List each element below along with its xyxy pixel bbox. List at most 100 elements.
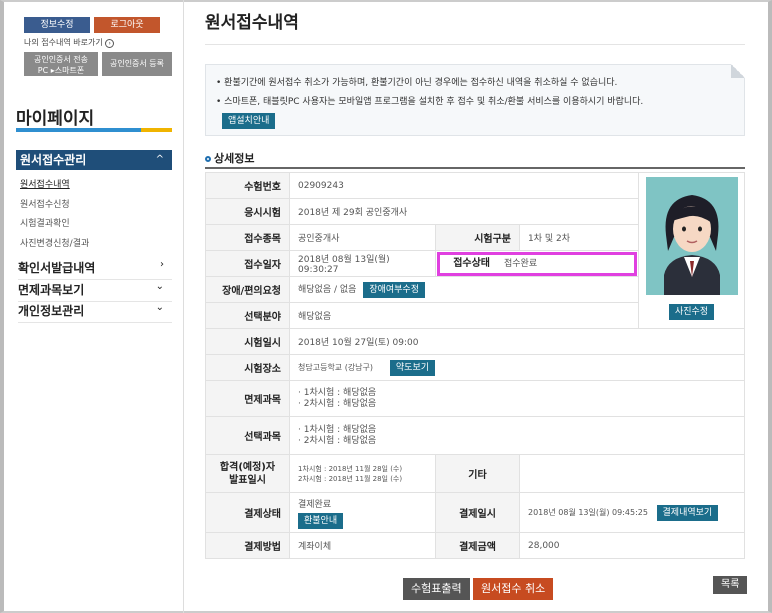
exam-no-label: 수험번호 (205, 172, 290, 199)
sidebar-item-personal-label: 개인정보관리 (18, 304, 85, 318)
cert-register-button[interactable]: 공인인증서 등록 (102, 52, 172, 76)
bullet-circle-icon (205, 156, 211, 162)
table-row: 합격(예정)자 발표일시 1차시험 : 2018년 11월 28일 (수) 2차시… (205, 454, 745, 493)
exam-date-value: 2018년 10월 27일(토) 09:00 (289, 328, 745, 355)
pay-date-label: 결제일시 (435, 492, 520, 533)
sidebar: 정보수정 로그아웃 나의 접수내역 바로가기 › 공인인증서 전송 PC ▸스마… (12, 0, 184, 613)
exempt-cell: · 1차시험 : 해당없음 · 2차시험 : 해당없음 (289, 380, 745, 417)
section-title-text: 상세정보 (214, 152, 255, 165)
section-title: 상세정보 (205, 150, 254, 166)
exempt-2: · 2차시험 : 해당없음 (298, 398, 377, 409)
notice-line-1-text: 환불기간에 원서접수 취소가 가능하며, 환불기간이 아닌 경우에는 접수하신 … (224, 78, 618, 88)
photo-edit-button[interactable]: 사진수정 (668, 304, 715, 320)
arrow-circle-icon: › (105, 39, 115, 48)
list-button[interactable]: 목록 (713, 576, 748, 594)
logout-button[interactable]: 로그아웃 (94, 17, 160, 33)
status-value: 접수완료 (504, 258, 538, 269)
detail-table: 수험번호 02909243 사진수정 응시시험 2018년 제 29회 공인중개… (205, 172, 745, 559)
table-row: 면제과목 · 1차시험 : 해당없음 · 2차시험 : 해당없음 (205, 380, 745, 417)
my-history-link[interactable]: 나의 접수내역 바로가기 › (24, 37, 115, 48)
pay-status-cell: 결제완료환불안내 (289, 492, 436, 533)
exam-value: 2018년 제 29회 공인중개사 (289, 198, 639, 225)
chevron-right-icon: › (160, 259, 164, 270)
chevron-down-icon: ⌄ (155, 281, 164, 292)
submenu-photo-change[interactable]: 사진변경신청/결과 (20, 236, 89, 249)
pay-status-value: 결제완료 (298, 499, 332, 510)
payment-detail-button[interactable]: 결제내역보기 (656, 504, 719, 521)
table-row: 시험장소 청담고등학교 (강남구) 약도보기 (205, 354, 745, 381)
notice-box: • 환불기간에 원서접수 취소가 가능하며, 환불기간이 아닌 경우에는 접수하… (205, 64, 745, 136)
sidebar-item-application[interactable]: 원서접수관리 ^ (16, 150, 172, 170)
exam-label: 응시시험 (205, 198, 290, 225)
exam-date-label: 시험일시 (205, 328, 290, 355)
chevron-up-icon: ^ (155, 154, 164, 165)
page-title: 원서접수내역 (205, 13, 299, 33)
table-row: 시험일시 2018년 10월 27일(토) 09:00 (205, 328, 745, 355)
notice-line-2: • 스마트폰, 태블릿PC 사용자는 모바일앱 프로그램을 설치한 후 접수 및… (216, 97, 644, 107)
pass-2: 2차시험 : 2018년 11월 28일 (수) (298, 474, 403, 483)
edit-info-button[interactable]: 정보수정 (24, 17, 90, 33)
map-button[interactable]: 약도보기 (389, 359, 436, 376)
amount-value: 28,000 (519, 532, 745, 559)
place-label: 시험장소 (205, 354, 290, 381)
submenu-application-request[interactable]: 원서접수신청 (20, 197, 70, 210)
type-label: 접수종목 (205, 224, 290, 251)
choice-1: · 1차시험 : 해당없음 (298, 424, 377, 435)
title-divider (205, 44, 745, 45)
table-row: 결제상태 결제완료환불안내 결제일시 2018년 08월 13일(월) 09:4… (205, 492, 745, 533)
cert-pc-phone-label: PC ▸스마트폰 (37, 66, 85, 75)
sidebar-item-certificates[interactable]: 확인서발급내역 › (18, 259, 172, 280)
disability-label: 장애/편의요청 (205, 276, 290, 303)
submenu-application-history[interactable]: 원서접수내역 (20, 177, 70, 190)
pay-status-label: 결제상태 (205, 492, 290, 533)
status-cell: 접수상태 접수완료 (435, 250, 639, 277)
disability-cell: 해당없음 / 없음 장애여부수정 (289, 276, 639, 303)
pass-1: 1차시험 : 2018년 11월 28일 (수) (298, 464, 403, 473)
pass-label: 합격(예정)자 발표일시 (205, 454, 290, 493)
exempt-label: 면제과목 (205, 380, 290, 417)
date-value: 2018년 08월 13일(월) 09:30:27 (289, 250, 436, 277)
elective-label: 선택분야 (205, 302, 290, 329)
amount-label: 결제금액 (435, 532, 520, 559)
etc-value (519, 454, 745, 493)
sidebar-item-application-label: 원서접수관리 (20, 153, 87, 167)
table-row: 수험번호 02909243 사진수정 (205, 172, 745, 329)
elective-value: 해당없음 (289, 302, 639, 329)
pay-method-label: 결제방법 (205, 532, 290, 559)
pay-method-value: 계좌이체 (289, 532, 436, 559)
choice-cell: · 1차시험 : 해당없음 · 2차시험 : 해당없음 (289, 416, 745, 455)
pass-cell: 1차시험 : 2018년 11월 28일 (수) 2차시험 : 2018년 11월… (289, 454, 436, 493)
mypage-title: 마이페이지 (16, 109, 95, 129)
cert-send-button[interactable]: 공인인증서 전송 PC ▸스마트폰 (24, 52, 98, 76)
status-label: 접수상태 (453, 257, 490, 269)
print-ticket-button[interactable]: 수험표출력 (403, 578, 470, 600)
table-row: 결제방법 계좌이체 결제금액 28,000 (205, 532, 745, 559)
choice-label: 선택과목 (205, 416, 290, 455)
page-curl-icon (731, 64, 745, 78)
sidebar-item-exempt[interactable]: 면제과목보기 ⌄ (18, 281, 172, 302)
place-value: 청담고등학교 (강남구) (298, 362, 374, 372)
sidebar-item-personal[interactable]: 개인정보관리 ⌄ (18, 302, 172, 323)
exam-div-label: 시험구분 (435, 224, 520, 251)
refund-guide-button[interactable]: 환불안내 (298, 512, 344, 529)
sidebar-item-exempt-label: 면제과목보기 (18, 283, 85, 297)
submenu-result-check[interactable]: 시험결과확인 (20, 216, 70, 229)
applicant-photo (645, 177, 738, 295)
exam-div-value: 1차 및 2차 (519, 224, 639, 251)
cancel-application-button[interactable]: 원서접수 취소 (473, 578, 554, 600)
pay-date-value: 2018년 08월 13일(월) 09:45:25 (528, 507, 648, 517)
date-label: 접수일자 (205, 250, 290, 277)
table-row: 선택과목 · 1차시험 : 해당없음 · 2차시험 : 해당없음 (205, 416, 745, 455)
photo-cell: 사진수정 (638, 172, 745, 329)
status-highlight: 접수상태 접수완료 (437, 251, 637, 276)
section-divider (205, 167, 745, 169)
place-cell: 청담고등학교 (강남구) 약도보기 (289, 354, 745, 381)
notice-line-1: • 환불기간에 원서접수 취소가 가능하며, 환불기간이 아닌 경우에는 접수하… (216, 78, 618, 88)
type-value: 공인중개사 (289, 224, 436, 251)
exempt-1: · 1차시험 : 해당없음 (298, 387, 377, 398)
chevron-down-icon: ⌄ (155, 302, 164, 313)
disability-edit-button[interactable]: 장애여부수정 (363, 281, 425, 298)
app-install-guide-button[interactable]: 앱설치안내 (222, 113, 276, 129)
exam-no-value: 02909243 (289, 172, 639, 199)
cert-send-label: 공인인증서 전송 (33, 55, 89, 64)
